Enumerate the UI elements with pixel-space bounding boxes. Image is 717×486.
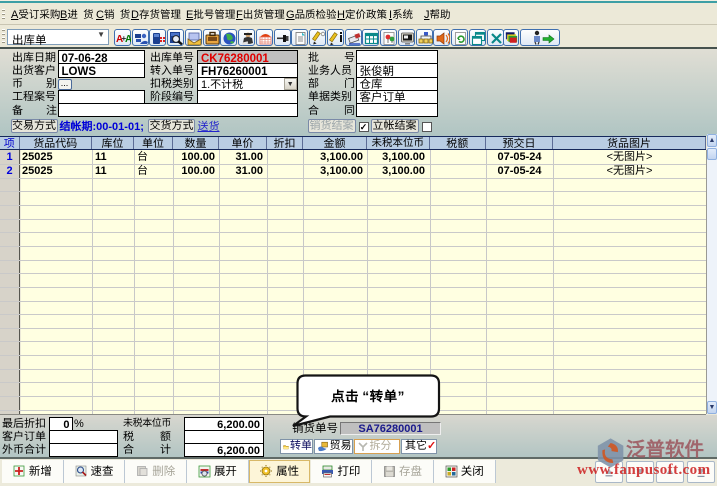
svg-text:A: A: [125, 34, 131, 45]
